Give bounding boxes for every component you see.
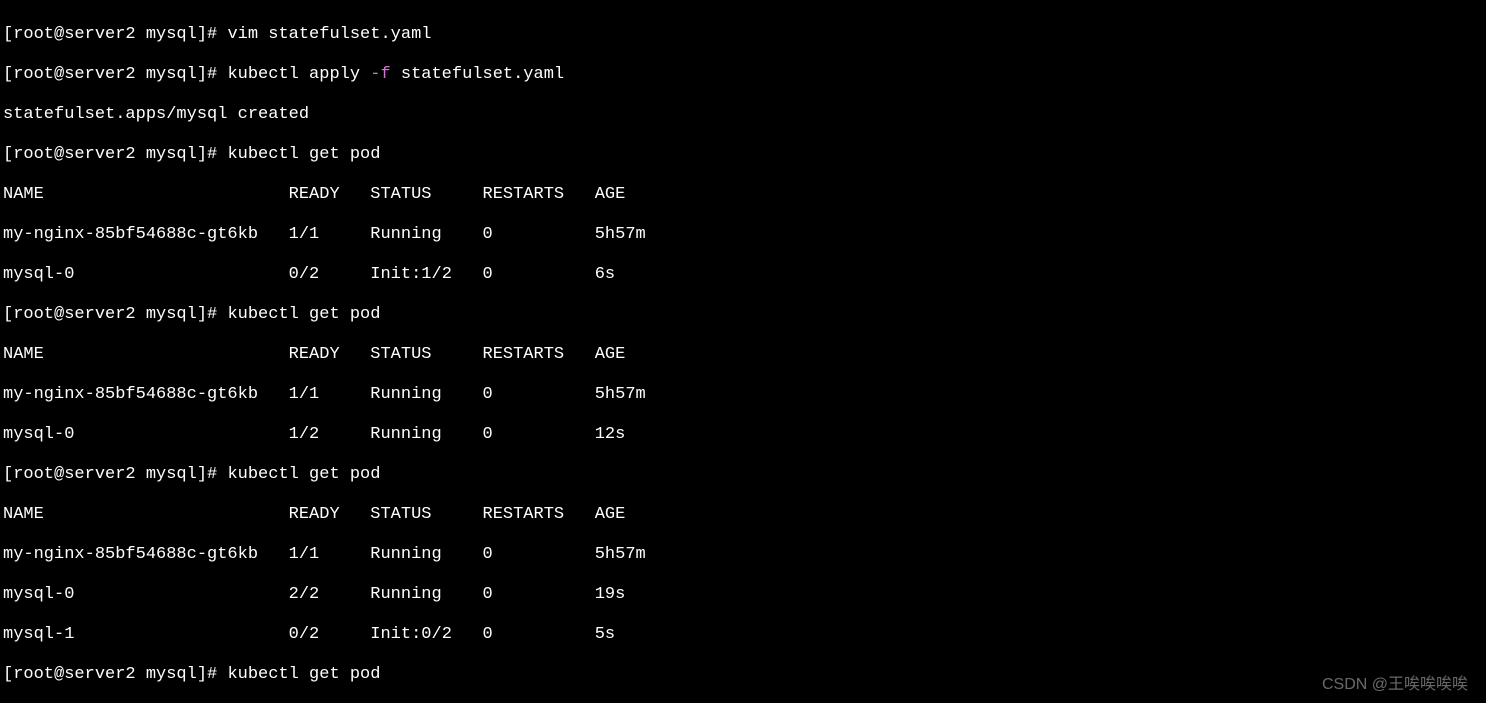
table-row: my-nginx-85bf54688c-gt6kb 1/1 Running 0 … bbox=[3, 545, 1483, 565]
table-row: mysql-0 2/2 Running 0 19s bbox=[3, 585, 1483, 605]
shell-prompt: [root@server2 mysql]# bbox=[3, 145, 227, 164]
cmd-vim: vim statefulset.yaml bbox=[227, 25, 431, 44]
shell-prompt: [root@server2 mysql]# bbox=[3, 65, 227, 84]
table-row: mysql-0 1/2 Running 0 12s bbox=[3, 425, 1483, 445]
table-row: mysql-1 0/2 Init:0/2 0 5s bbox=[3, 625, 1483, 645]
table-row: my-nginx-85bf54688c-gt6kb 1/1 Running 0 … bbox=[3, 225, 1483, 245]
cmd-apply-post: statefulset.yaml bbox=[391, 65, 564, 84]
apply-output: statefulset.apps/mysql created bbox=[3, 105, 1483, 125]
table-header: NAME READY STATUS RESTARTS AGE bbox=[3, 505, 1483, 525]
table-header: NAME READY STATUS RESTARTS AGE bbox=[3, 185, 1483, 205]
cmd-get-pod: kubectl get pod bbox=[227, 465, 380, 484]
terminal-output[interactable]: [root@server2 mysql]# vim statefulset.ya… bbox=[0, 0, 1486, 703]
shell-prompt: [root@server2 mysql]# bbox=[3, 465, 227, 484]
cmd-get-pod: kubectl get pod bbox=[227, 145, 380, 164]
table-row: my-nginx-85bf54688c-gt6kb 1/1 Running 0 … bbox=[3, 385, 1483, 405]
shell-prompt: [root@server2 mysql]# bbox=[3, 25, 227, 44]
cmd-apply-flag: -f bbox=[370, 65, 390, 84]
cmd-get-pod: kubectl get pod bbox=[227, 665, 380, 684]
cmd-get-pod: kubectl get pod bbox=[227, 305, 380, 324]
cmd-apply-pre: kubectl apply bbox=[227, 65, 370, 84]
shell-prompt: [root@server2 mysql]# bbox=[3, 665, 227, 684]
watermark-text: CSDN @王唉唉唉唉 bbox=[1322, 675, 1468, 695]
table-header: NAME READY STATUS RESTARTS AGE bbox=[3, 345, 1483, 365]
table-row: mysql-0 0/2 Init:1/2 0 6s bbox=[3, 265, 1483, 285]
shell-prompt: [root@server2 mysql]# bbox=[3, 305, 227, 324]
